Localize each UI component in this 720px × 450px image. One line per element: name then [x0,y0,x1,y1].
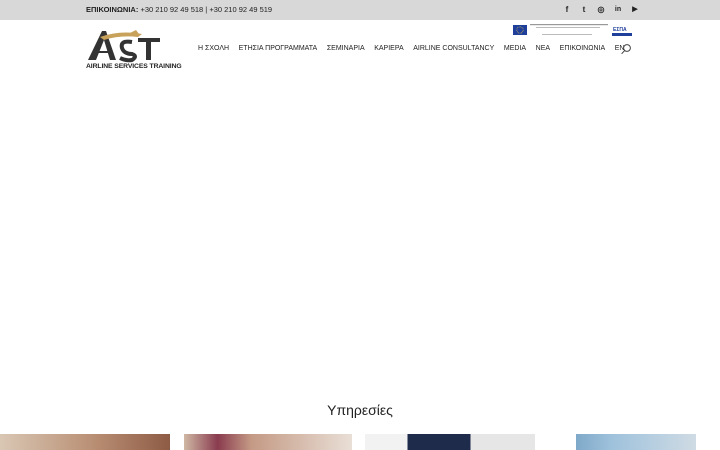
services-heading: Υπηρεσίες [327,402,393,418]
logo-caption: AIRLINE SERVICES TRAINING [86,63,182,70]
youtube-icon[interactable]: ▶ [630,4,640,15]
contact-label: ΕΠΙΚΟΙΝΩΝΙΑ: [86,5,139,14]
service-tile-3[interactable] [365,434,535,450]
social-links: f t ◎ in ▶ [562,4,640,15]
eu-funding-badge[interactable]: ΕΣΠΑ [512,23,634,39]
search-icon[interactable] [620,43,632,55]
contact-info: ΕΠΙΚΟΙΝΩΝΙΑ: +30 210 92 49 518 | +30 210… [86,5,272,14]
nav-item-seminars[interactable]: ΣΕΜΙΝΑΡΙΑ [327,45,365,52]
linkedin-icon[interactable]: in [613,4,623,15]
instagram-icon[interactable]: ◎ [596,4,606,15]
nav-item-annual-programs[interactable]: ΕΤΗΣΙΑ ΠΡΟΓΡΑΜΜΑΤΑ [239,45,318,52]
facebook-icon[interactable]: f [562,4,572,15]
nav-item-contact[interactable]: ΕΠΙΚΟΙΝΩΝΙΑ [560,45,605,52]
nav-item-career[interactable]: ΚΑΡΙΕΡΑ [374,45,403,52]
service-tile-4[interactable] [576,434,696,450]
services-tiles [0,434,720,450]
service-tile-1[interactable] [0,434,170,450]
nav-item-news[interactable]: ΝΕΑ [536,45,550,52]
top-bar: ΕΠΙΚΟΙΝΩΝΙΑ: +30 210 92 49 518 | +30 210… [0,0,720,20]
main-navigation: Η ΣΧΟΛΗ ΕΤΗΣΙΑ ΠΡΟΓΡΑΜΜΑΤΑ ΣΕΜΙΝΑΡΙΑ ΚΑΡ… [198,45,634,52]
phone-numbers[interactable]: +30 210 92 49 518 | +30 210 92 49 519 [140,5,272,14]
twitter-icon[interactable]: t [579,4,589,15]
nav-item-airline-consultancy[interactable]: AIRLINE CONSULTANCY [413,45,494,52]
service-tile-2[interactable] [184,434,352,450]
nav-item-media[interactable]: MEDIA [504,45,526,52]
nav-item-school[interactable]: Η ΣΧΟΛΗ [198,45,229,52]
espa-label: ΕΣΠΑ [613,27,627,33]
